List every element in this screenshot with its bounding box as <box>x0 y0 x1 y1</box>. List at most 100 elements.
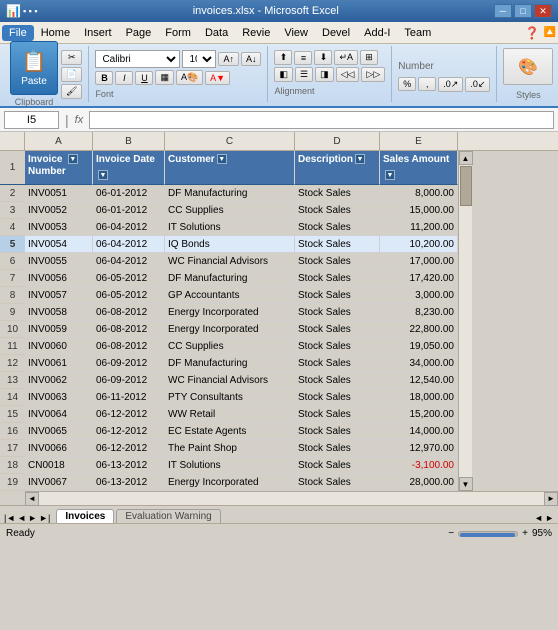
tab-nav-next[interactable]: ► <box>28 513 37 523</box>
cell[interactable]: INV0067 <box>25 474 93 491</box>
scroll-down-arrow[interactable]: ▼ <box>459 477 473 491</box>
cell[interactable]: Stock Sales <box>295 457 380 474</box>
header-cell-d[interactable]: Description▼ <box>295 151 380 185</box>
cell[interactable]: 06-04-2012 <box>93 253 165 270</box>
align-middle-button[interactable]: ≡ <box>294 51 312 65</box>
grid-row[interactable]: INV005606-05-2012DF ManufacturingStock S… <box>25 270 458 287</box>
close-button[interactable]: ✕ <box>534 4 552 18</box>
cell[interactable]: Stock Sales <box>295 338 380 355</box>
cell[interactable]: IQ Bonds <box>165 236 295 253</box>
grid-row[interactable]: INV006706-13-2012Energy IncorporatedStoc… <box>25 474 458 491</box>
cell[interactable]: 17,000.00 <box>380 253 458 270</box>
grid-row[interactable]: INV005706-05-2012GP AccountantsStock Sal… <box>25 287 458 304</box>
cell[interactable]: Stock Sales <box>295 474 380 491</box>
bold-button[interactable]: B <box>95 71 113 85</box>
cell[interactable]: 06-12-2012 <box>93 440 165 457</box>
cell[interactable]: WW Retail <box>165 406 295 423</box>
filter-icon-d[interactable]: ▼ <box>355 154 365 164</box>
help-icon[interactable]: ❓ <box>525 26 540 40</box>
align-left-button[interactable]: ◧ <box>274 67 293 82</box>
header-cell-a[interactable]: InvoiceNumber▼ <box>25 151 93 185</box>
cell[interactable]: The Paint Shop <box>165 440 295 457</box>
cell[interactable]: Stock Sales <box>295 202 380 219</box>
cell[interactable]: 06-12-2012 <box>93 406 165 423</box>
font-select[interactable]: Calibri <box>95 50 180 68</box>
add-decimal-button[interactable]: .0↗ <box>438 77 463 92</box>
formula-input[interactable] <box>89 111 554 129</box>
menu-team[interactable]: Team <box>397 25 438 41</box>
font-color-button[interactable]: A▼ <box>205 71 230 85</box>
header-cell-e[interactable]: Sales Amount▼ <box>380 151 458 185</box>
cell[interactable]: 17,420.00 <box>380 270 458 287</box>
menu-review[interactable]: Revie <box>235 25 277 41</box>
cell[interactable]: IT Solutions <box>165 457 295 474</box>
cell[interactable]: 06-04-2012 <box>93 219 165 236</box>
cell[interactable]: INV0059 <box>25 321 93 338</box>
scroll-up-arrow[interactable]: ▲ <box>459 151 473 165</box>
cell[interactable]: 06-13-2012 <box>93 457 165 474</box>
cell[interactable]: 34,000.00 <box>380 355 458 372</box>
cell[interactable]: 15,200.00 <box>380 406 458 423</box>
menu-data[interactable]: Data <box>198 25 235 41</box>
cell[interactable]: 06-13-2012 <box>93 474 165 491</box>
tab-nav-last[interactable]: ►| <box>39 513 50 523</box>
cell[interactable]: INV0058 <box>25 304 93 321</box>
minimize-ribbon-icon[interactable]: 🔼 <box>544 27 556 38</box>
styles-button[interactable]: 🎨 <box>503 48 553 85</box>
cell[interactable]: 10,200.00 <box>380 236 458 253</box>
cell[interactable]: 8,230.00 <box>380 304 458 321</box>
cell[interactable]: 06-05-2012 <box>93 287 165 304</box>
increase-font-button[interactable]: A↑ <box>218 52 239 66</box>
cell[interactable]: WC Financial Advisors <box>165 372 295 389</box>
cell[interactable]: INV0052 <box>25 202 93 219</box>
cell[interactable]: Stock Sales <box>295 236 380 253</box>
cell[interactable]: 18,000.00 <box>380 389 458 406</box>
cell[interactable]: Stock Sales <box>295 423 380 440</box>
tab-invoices[interactable]: Invoices <box>56 509 114 523</box>
zoom-in-icon[interactable]: + <box>522 528 528 539</box>
menu-insert[interactable]: Insert <box>77 25 119 41</box>
tab-scroll-right[interactable]: ► <box>545 513 554 523</box>
menu-view[interactable]: View <box>277 25 315 41</box>
cell[interactable]: INV0066 <box>25 440 93 457</box>
cell[interactable]: PTY Consultants <box>165 389 295 406</box>
grid-row[interactable]: INV005306-04-2012IT SolutionsStock Sales… <box>25 219 458 236</box>
cell[interactable]: INV0064 <box>25 406 93 423</box>
remove-decimal-button[interactable]: .0↙ <box>465 77 490 92</box>
cell[interactable]: DF Manufacturing <box>165 355 295 372</box>
grid-row[interactable]: INV006406-12-2012WW RetailStock Sales15,… <box>25 406 458 423</box>
cell[interactable]: INV0053 <box>25 219 93 236</box>
menu-page[interactable]: Page <box>119 25 159 41</box>
tab-scroll-left[interactable]: ◄ <box>534 513 543 523</box>
cell[interactable]: Stock Sales <box>295 287 380 304</box>
decrease-indent-button[interactable]: ◁◁ <box>336 67 360 82</box>
cell[interactable]: 06-08-2012 <box>93 321 165 338</box>
cell[interactable]: Stock Sales <box>295 270 380 287</box>
grid-row[interactable]: INV005106-01-2012DF ManufacturingStock S… <box>25 185 458 202</box>
filter-icon-a[interactable]: ▼ <box>68 154 78 164</box>
cell[interactable]: Energy Incorporated <box>165 321 295 338</box>
cell[interactable]: INV0054 <box>25 236 93 253</box>
cell[interactable]: 12,970.00 <box>380 440 458 457</box>
decrease-font-button[interactable]: A↓ <box>241 52 262 66</box>
cell[interactable]: WC Financial Advisors <box>165 253 295 270</box>
grid-row[interactable]: INV006306-11-2012PTY ConsultantsStock Sa… <box>25 389 458 406</box>
cell[interactable]: DF Manufacturing <box>165 270 295 287</box>
vertical-scrollbar[interactable]: ▲ ▼ <box>458 151 472 491</box>
cell[interactable]: 14,000.00 <box>380 423 458 440</box>
grid-row[interactable]: INV005206-01-2012CC SuppliesStock Sales1… <box>25 202 458 219</box>
grid-row[interactable]: INV006206-09-2012WC Financial AdvisorsSt… <box>25 372 458 389</box>
grid-row[interactable]: INV005406-04-2012IQ BondsStock Sales10,2… <box>25 236 458 253</box>
scroll-track[interactable] <box>459 165 472 477</box>
percent-button[interactable]: % <box>398 77 416 91</box>
cell[interactable]: CC Supplies <box>165 338 295 355</box>
menu-form[interactable]: Form <box>158 25 198 41</box>
increase-indent-button[interactable]: ▷▷ <box>361 67 385 82</box>
cell[interactable]: INV0051 <box>25 185 93 202</box>
grid-row[interactable]: CN001806-13-2012IT SolutionsStock Sales-… <box>25 457 458 474</box>
cell[interactable]: INV0056 <box>25 270 93 287</box>
italic-button[interactable]: I <box>115 71 133 85</box>
grid-row[interactable]: INV006606-12-2012The Paint ShopStock Sal… <box>25 440 458 457</box>
zoom-out-icon[interactable]: − <box>448 528 454 539</box>
font-size-select[interactable]: 10 <box>182 50 216 68</box>
